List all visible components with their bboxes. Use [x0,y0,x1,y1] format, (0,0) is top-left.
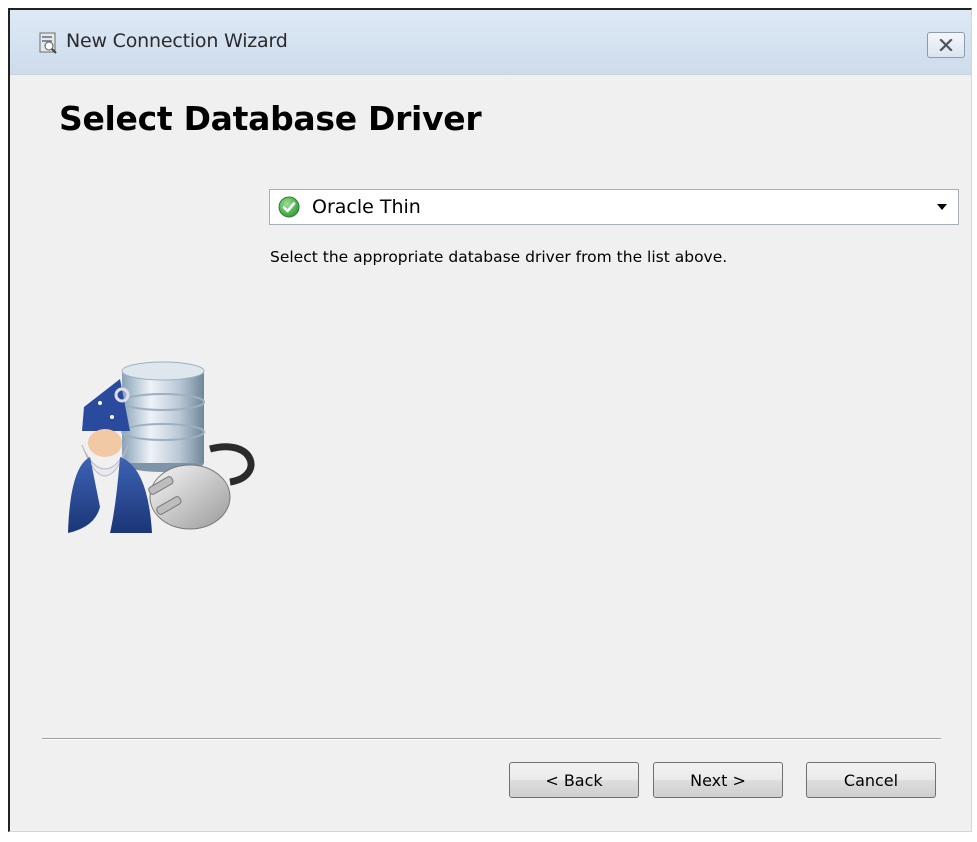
next-button[interactable]: Next > [653,762,783,798]
green-check-icon [278,196,300,218]
chevron-down-icon[interactable] [927,191,957,223]
helper-text: Select the appropriate database driver f… [270,248,728,266]
close-button[interactable] [927,32,965,58]
divider [42,738,941,740]
close-icon [939,36,953,55]
title-bar[interactable]: New Connection Wizard [10,10,971,75]
database-wizard-icon [37,32,59,54]
wizard-window: New Connection Wizard Select Database Dr… [8,8,972,832]
cancel-button[interactable]: Cancel [806,762,936,798]
page-title: Select Database Driver [59,99,482,138]
window-title: New Connection Wizard [66,30,288,52]
wizard-content: Select Database Driver Oracle Thin Selec… [10,75,971,831]
driver-select-value: Oracle Thin [312,196,421,218]
database-wizard-illustration [60,357,270,547]
back-button[interactable]: < Back [509,762,639,798]
driver-select[interactable]: Oracle Thin [269,189,959,225]
